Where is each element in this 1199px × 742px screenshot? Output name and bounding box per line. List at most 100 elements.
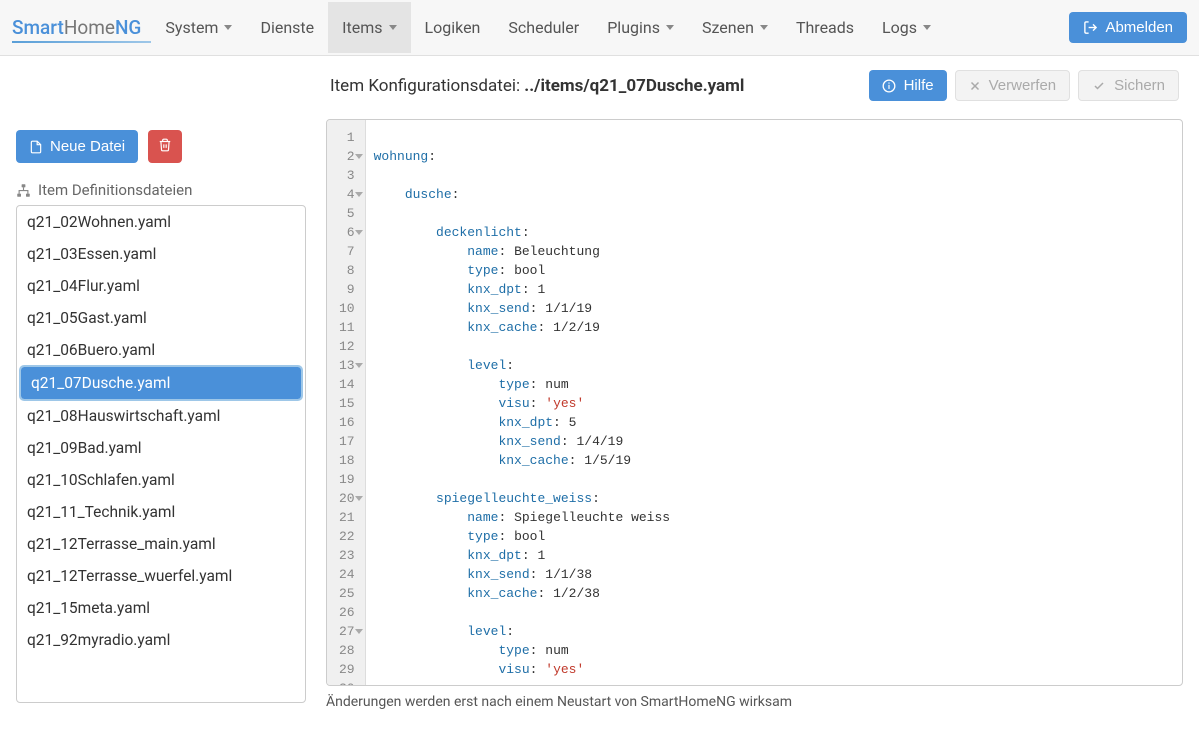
code-line[interactable] [374,470,1182,489]
brand-part-c: NG [115,16,141,39]
nav-item-label: Logs [882,18,917,37]
code-line[interactable] [374,128,1182,147]
check-icon [1092,80,1106,92]
nav-item-plugins[interactable]: Plugins [593,2,688,53]
code-line[interactable]: knx_dpt: 5 [374,413,1182,432]
line-number: 1 [339,128,355,147]
file-item[interactable]: q21_08Hauswirtschaft.yaml [17,400,305,432]
editor-code[interactable]: wohnung: dusche: deckenlicht: name: Bele… [366,120,1182,685]
file-item[interactable]: q21_11_Technik.yaml [17,496,305,528]
code-line[interactable]: name: Beleuchtung [374,242,1182,261]
file-list-heading: Item Definitionsdateien [16,181,306,199]
code-line[interactable] [374,679,1182,685]
code-line[interactable] [374,337,1182,356]
nav-item-label: Szenen [702,18,754,37]
code-line[interactable]: spiegelleuchte_weiss: [374,489,1182,508]
code-line[interactable]: name: Spiegelleuchte weiss [374,508,1182,527]
line-number: 5 [339,204,355,223]
file-item[interactable]: q21_06Buero.yaml [17,334,305,366]
code-line[interactable]: knx_cache: 1/2/38 [374,584,1182,603]
save-label: Sichern [1114,77,1165,94]
line-number: 7 [339,242,355,261]
nav-item-scheduler[interactable]: Scheduler [494,2,593,53]
help-button[interactable]: Hilfe [869,70,947,101]
code-line[interactable]: knx_dpt: 1 [374,280,1182,299]
sidebar: Neue Datei Item Definitionsdateien q21_0… [16,70,306,703]
nav-item-szenen[interactable]: Szenen [688,2,782,53]
nav-item-label: Dienste [260,18,314,37]
close-icon [969,80,981,92]
page-title: Item Konfigurationsdatei: ../items/q21_0… [330,76,744,96]
file-item[interactable]: q21_10Schlafen.yaml [17,464,305,496]
line-number: 17 [339,432,355,451]
line-number: 28 [339,641,355,660]
code-line[interactable] [374,603,1182,622]
file-item[interactable]: q21_12Terrasse_wuerfel.yaml [17,560,305,592]
line-number: 21 [339,508,355,527]
footer-note: Änderungen werden erst nach einem Neusta… [326,694,1183,710]
file-item[interactable]: q21_07Dusche.yaml [21,367,301,399]
file-item[interactable]: q21_03Essen.yaml [17,238,305,270]
file-item[interactable]: q21_09Bad.yaml [17,432,305,464]
nav-item-logs[interactable]: Logs [868,2,945,53]
code-line[interactable]: deckenlicht: [374,223,1182,242]
brand-logo[interactable]: SmartHomeNG [12,16,151,39]
code-line[interactable]: level: [374,622,1182,641]
new-file-button[interactable]: Neue Datei [16,130,138,163]
save-button: Sichern [1078,70,1179,101]
line-number: 4 [339,185,355,204]
code-line[interactable]: type: num [374,641,1182,660]
code-line[interactable]: knx_cache: 1/5/19 [374,451,1182,470]
nav-item-items[interactable]: Items [328,2,410,53]
file-item[interactable]: q21_15meta.yaml [17,592,305,624]
code-line[interactable]: visu: 'yes' [374,660,1182,679]
nav-item-threads[interactable]: Threads [782,2,868,53]
line-number: 12 [339,337,355,356]
editor-gutter: 1234567891011121314151617181920212223242… [327,120,366,685]
file-item[interactable]: q21_04Flur.yaml [17,270,305,302]
nav-item-label: Logiken [425,18,481,37]
content: Item Konfigurationsdatei: ../items/q21_0… [326,70,1183,710]
line-number: 10 [339,299,355,318]
line-number: 14 [339,375,355,394]
code-line[interactable]: knx_cache: 1/2/19 [374,318,1182,337]
line-number: 18 [339,451,355,470]
code-line[interactable]: type: bool [374,527,1182,546]
line-number: 25 [339,584,355,603]
info-icon [882,79,896,93]
line-number: 13 [339,356,355,375]
nav-item-label: System [165,18,218,37]
line-number: 29 [339,660,355,679]
code-line[interactable]: level: [374,356,1182,375]
code-line[interactable]: type: bool [374,261,1182,280]
file-item[interactable]: q21_05Gast.yaml [17,302,305,334]
nav-item-logiken[interactable]: Logiken [411,2,495,53]
file-item[interactable]: q21_12Terrasse_main.yaml [17,528,305,560]
code-line[interactable]: knx_send: 1/4/19 [374,432,1182,451]
line-number: 24 [339,565,355,584]
code-line[interactable] [374,204,1182,223]
code-line[interactable]: knx_send: 1/1/38 [374,565,1182,584]
code-line[interactable]: type: num [374,375,1182,394]
code-line[interactable]: knx_dpt: 1 [374,546,1182,565]
line-number: 3 [339,166,355,185]
delete-file-button[interactable] [148,130,182,163]
code-editor[interactable]: 1234567891011121314151617181920212223242… [326,119,1183,686]
line-number: 11 [339,318,355,337]
code-line[interactable]: visu: 'yes' [374,394,1182,413]
chevron-down-icon [224,25,232,30]
logout-button[interactable]: Abmelden [1069,12,1187,43]
code-line[interactable]: knx_send: 1/1/19 [374,299,1182,318]
file-item[interactable]: q21_02Wohnen.yaml [17,206,305,238]
line-number: 8 [339,261,355,280]
line-number: 2 [339,147,355,166]
file-item[interactable]: q21_92myradio.yaml [17,624,305,656]
nav-item-dienste[interactable]: Dienste [246,2,328,53]
line-number: 30 [339,679,355,685]
code-line[interactable]: dusche: [374,185,1182,204]
new-file-label: Neue Datei [50,138,125,155]
nav-item-system[interactable]: System [151,2,246,53]
code-line[interactable] [374,166,1182,185]
code-line[interactable]: wohnung: [374,147,1182,166]
file-list[interactable]: q21_02Wohnen.yamlq21_03Essen.yamlq21_04F… [16,205,306,703]
